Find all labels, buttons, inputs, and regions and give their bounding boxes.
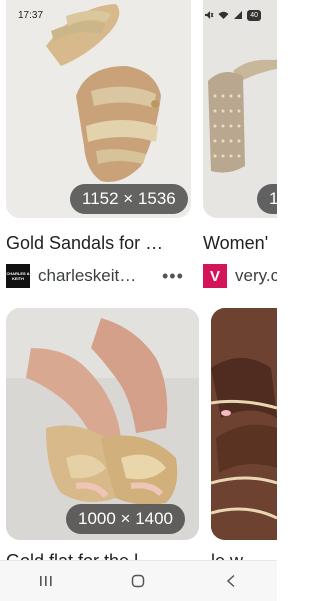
result-title[interactable]: Women' [203,233,277,254]
charles-keith-logo: CHARLES & KEITH [6,264,30,288]
wifi-icon [218,11,229,19]
battery-icon: 40 [247,9,261,21]
result-source[interactable]: CHARLES & KEITH charleskeit… [6,264,150,288]
result-title[interactable]: Gold flat for the l [6,551,191,560]
result-title[interactable]: le w [211,551,277,560]
home-button[interactable] [118,566,158,596]
more-options-button[interactable]: ••• [162,266,184,287]
home-icon [132,574,145,588]
back-icon [226,574,235,588]
dimension-badge: 1152 × 1536 [70,184,188,214]
results-grid: 1152 × 1536 1 Gold Sandals for … CHARLES… [0,0,277,560]
status-icons: 40 [204,9,261,21]
mute-icon [205,11,214,19]
result-title[interactable]: Gold Sandals for … [6,233,191,254]
recents-icon [40,576,52,586]
recents-button[interactable] [26,566,66,596]
back-button[interactable] [211,566,251,596]
result-source[interactable]: V very.c [203,264,277,288]
signal-icon [234,11,243,19]
dimension-badge: 1000 × 1400 [66,504,186,534]
strappy-sandal-photo [211,308,277,540]
status-bar: 17:37 40 [0,0,277,30]
status-time: 17:37 [18,9,44,21]
image-result-strappy-sandal[interactable] [211,308,277,540]
very-logo: V [203,264,227,288]
system-nav-bar [0,560,277,601]
source-name: very.c [235,266,277,285]
source-name: charleskeit… [38,266,137,285]
